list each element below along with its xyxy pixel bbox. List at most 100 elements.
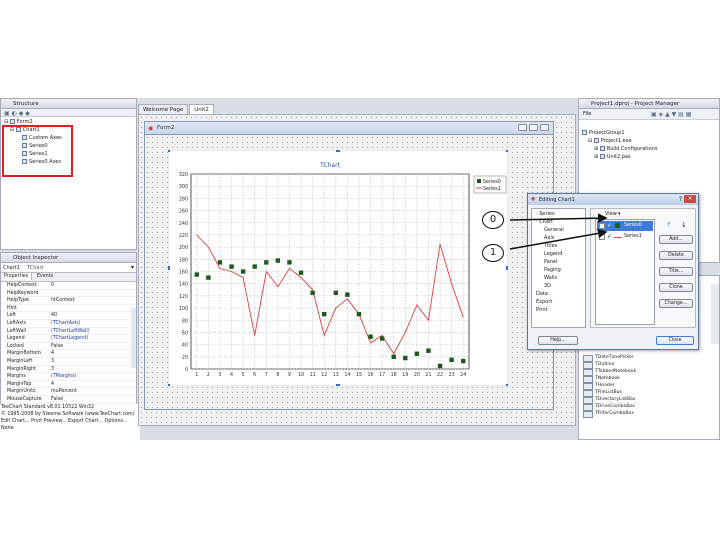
tab-events[interactable]: Events — [34, 273, 56, 280]
form-icon: ◉ — [148, 125, 154, 132]
property-row[interactable]: MarginUnits muPercent — [7, 388, 136, 396]
property-row[interactable]: MarginLeft 3 — [7, 358, 136, 366]
property-value[interactable]: 0 — [51, 282, 54, 290]
add-series-button[interactable]: Add... — [659, 235, 693, 244]
palette-item[interactable]: TNotebook — [579, 375, 709, 383]
move-up-icon[interactable]: ↑ — [666, 221, 672, 229]
property-row[interactable]: Left 40 — [7, 312, 136, 320]
property-name: Hint — [7, 305, 17, 311]
palette-item[interactable]: TTabbedNotebook — [579, 368, 709, 376]
editor-tree-node[interactable]: Data — [534, 290, 583, 298]
change-button[interactable]: Change... — [659, 299, 693, 308]
series0-point — [368, 334, 373, 339]
editor-tree-node[interactable]: Walls — [534, 274, 583, 282]
palette-item[interactable]: TFileListBox — [579, 389, 709, 397]
inspector-selected-name: Chart1 — [3, 265, 20, 271]
inspector-status: TeeChart Standard v8.01.10522 Win32 © 19… — [0, 404, 140, 440]
property-row[interactable]: MouseCapture False — [7, 396, 136, 404]
callout-1: 1 — [482, 244, 504, 262]
palette-scrollbar[interactable] — [711, 284, 719, 344]
series0-point — [403, 355, 408, 361]
tree-node[interactable]: ProjectGroup1 — [582, 129, 716, 137]
property-row[interactable]: Locked False — [7, 343, 136, 351]
property-row[interactable]: HelpKeyword — [7, 290, 136, 298]
series0-point — [345, 292, 350, 297]
property-value[interactable]: muPercent — [51, 388, 77, 396]
property-value[interactable]: (TChartLeftWall) — [51, 328, 90, 336]
close-button[interactable] — [540, 124, 549, 131]
clone-button[interactable]: Clone — [659, 283, 693, 292]
property-row[interactable]: Margins (TMargins) — [7, 373, 136, 381]
chevron-down-icon[interactable]: ▾ — [131, 264, 134, 271]
tree-node[interactable]: ⊞ Build Configurations — [582, 145, 716, 153]
inspector-scrollbar[interactable] — [131, 308, 136, 368]
series0-point — [310, 290, 315, 296]
dialog-close-icon[interactable]: × — [684, 195, 696, 203]
x-tick-label: 15 — [356, 372, 362, 378]
editor-tree-node[interactable]: Print — [534, 306, 583, 314]
title-button[interactable]: Title... — [659, 267, 693, 276]
property-row[interactable]: HelpType htContext — [7, 297, 136, 305]
palette-item[interactable]: TDriveComboBox — [579, 403, 709, 411]
property-value[interactable]: False — [51, 343, 63, 351]
build-config-icon — [599, 146, 605, 151]
tree-node[interactable]: ⊞ Unit2.pas — [582, 153, 716, 161]
property-value[interactable]: htContext — [51, 297, 75, 305]
property-row[interactable]: Hint — [7, 305, 136, 313]
structure-highlight-box — [2, 125, 73, 177]
palette-item[interactable]: TOutline — [579, 361, 709, 369]
property-row[interactable]: MarginRight 3 — [7, 366, 136, 374]
inspector-selector[interactable]: Chart1 TChart ▾ — [1, 263, 136, 273]
palette-item[interactable]: TDirectoryListBox — [579, 396, 709, 404]
tab-properties[interactable]: Properties — [1, 273, 33, 280]
minimize-button[interactable] — [518, 124, 527, 131]
property-value[interactable]: 4 — [51, 381, 54, 389]
y-tick-label: 280 — [179, 196, 188, 202]
close-dialog-button[interactable]: Close — [656, 336, 694, 345]
property-value[interactable]: 3 — [51, 366, 54, 374]
editor-tree-node[interactable]: 3D — [534, 282, 583, 290]
structure-toolbar-icons[interactable]: ▣ ◐ ◆ ◆ — [4, 110, 30, 117]
component-list: TDateTimePicker TOutline TTabbedNotebook TN… — [579, 354, 709, 418]
move-down-icon[interactable]: ↓ — [681, 221, 687, 229]
status-actions[interactable]: Edit Chart... Print Preview... Export Ch… — [1, 418, 140, 425]
tab-unit2[interactable]: Unit2 — [189, 104, 214, 114]
property-value[interactable]: (TMargins) — [51, 373, 77, 381]
property-name: HelpType — [7, 298, 29, 304]
property-name: Left — [7, 313, 17, 319]
property-value[interactable]: (TChartLegend) — [51, 335, 88, 343]
property-value[interactable]: 4 — [51, 350, 54, 358]
property-row[interactable]: LeftWall (TChartLeftWall) — [7, 328, 136, 336]
property-row[interactable]: HelpContext 0 — [7, 282, 136, 290]
y-tick-label: 120 — [179, 294, 188, 300]
property-row[interactable]: LeftAxis (TChartAxis) — [7, 320, 136, 328]
project-tree: ProjectGroup1 ⊟ Project1.exe ⊞ Build Con… — [579, 120, 719, 170]
series0-point — [217, 260, 223, 265]
delete-series-button[interactable]: Delete — [659, 251, 693, 260]
palette-item[interactable]: TDateTimePicker — [579, 354, 709, 362]
property-value[interactable]: False — [51, 396, 63, 404]
x-tick-label: 5 — [242, 372, 245, 378]
project-toolbar-icons[interactable]: ▣ ◈ ▲ ▼ ▤ ▦ — [651, 111, 691, 118]
property-row[interactable]: Legend (TChartLegend) — [7, 335, 136, 343]
tab-welcome-page[interactable]: Welcome Page — [138, 104, 189, 114]
property-value[interactable]: 3 — [51, 358, 54, 366]
property-name: Margins — [7, 374, 26, 380]
palette-item[interactable]: TFilterComboBox — [579, 410, 709, 418]
inspector-selected-type: TChart — [27, 265, 44, 271]
file-label[interactable]: File — [583, 111, 591, 117]
palette-item[interactable]: THeader — [579, 382, 709, 390]
chart-svg[interactable]: TChart0204060801001201401601802002202402… — [168, 150, 508, 386]
property-row[interactable]: MarginBottom 4 — [7, 350, 136, 358]
series0-point — [206, 275, 211, 280]
editor-tree-node[interactable]: Export — [534, 298, 583, 306]
editor-tree-node[interactable]: Paging — [534, 266, 583, 274]
maximize-button[interactable] — [529, 124, 538, 131]
property-row[interactable]: MarginTop 4 — [7, 381, 136, 389]
series0-point — [229, 264, 234, 269]
help-button[interactable]: Help... — [538, 336, 578, 345]
property-value[interactable]: (TChartAxis) — [51, 320, 81, 328]
property-value[interactable]: 40 — [51, 312, 57, 320]
tree-node[interactable]: ⊟ Project1.exe — [582, 137, 716, 145]
help-icon[interactable]: ? — [679, 196, 682, 203]
